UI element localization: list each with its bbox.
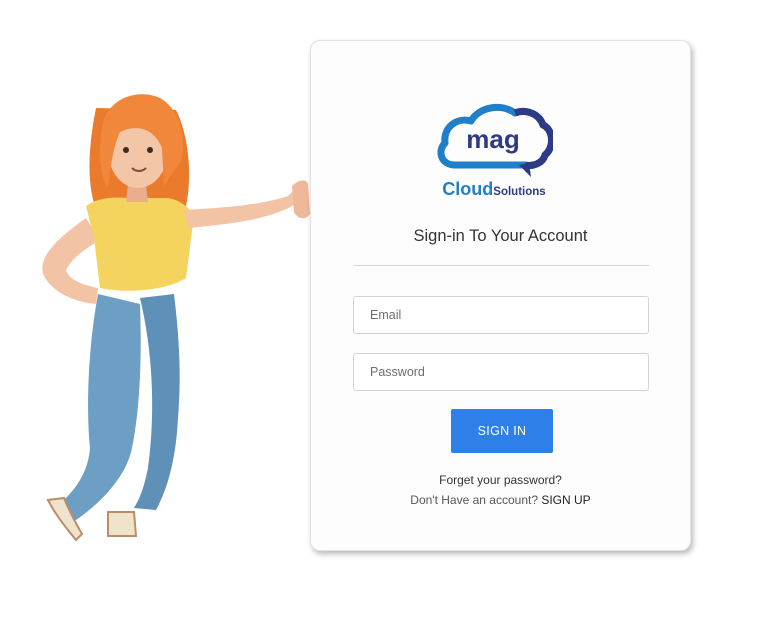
woman-illustration xyxy=(42,94,310,542)
email-field[interactable] xyxy=(353,296,649,334)
password-field[interactable] xyxy=(353,353,649,391)
page-title: Sign-in To Your Account xyxy=(413,227,588,245)
divider xyxy=(353,265,649,266)
forgot-password-link[interactable]: Forget your password? xyxy=(311,473,690,487)
sign-up-link[interactable]: SIGN UP xyxy=(541,493,590,507)
cloud-logo-icon: mag xyxy=(437,103,555,177)
logo-word-cloud: Cloud xyxy=(442,179,494,199)
login-card: mag CloudSolutions Sign-in To Your Accou… xyxy=(310,40,691,551)
brand-logo: mag CloudSolutions xyxy=(435,103,555,203)
logo-wordmark: CloudSolutions xyxy=(435,179,553,200)
no-account-text: Don't Have an account? xyxy=(410,493,542,507)
logo-word-solutions: Solutions xyxy=(493,186,546,198)
sign-in-button[interactable]: SIGN IN xyxy=(451,409,553,453)
logo-mark-text: mag xyxy=(466,124,519,154)
login-page: mag CloudSolutions Sign-in To Your Accou… xyxy=(0,0,760,619)
signup-prompt: Don't Have an account? SIGN UP xyxy=(311,493,690,507)
